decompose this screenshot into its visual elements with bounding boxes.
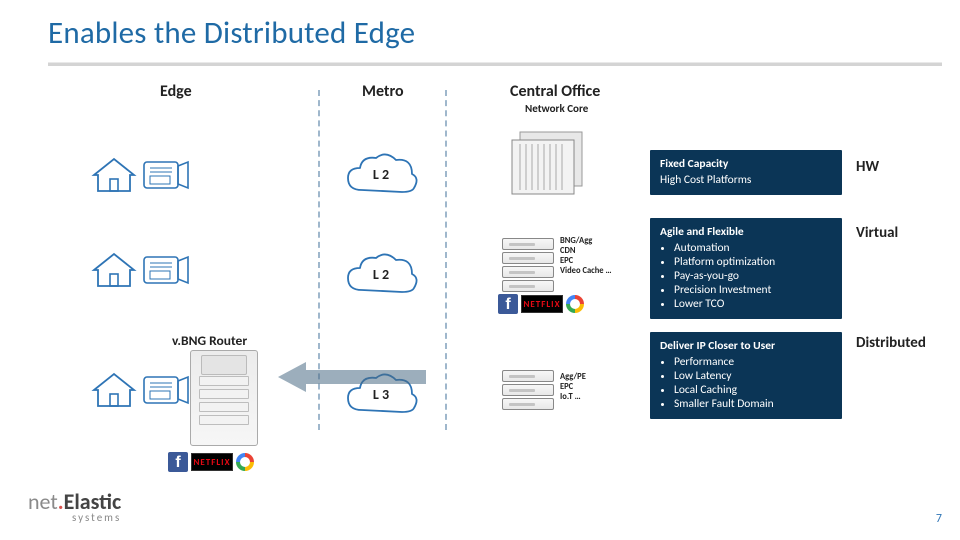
callout-bullet: Lower TCO <box>674 297 832 311</box>
house-icon <box>90 370 138 415</box>
col-subheader-core: Network Core <box>525 102 588 115</box>
col-header-metro: Metro <box>362 82 404 101</box>
vbng-router-label: v.BNG Router <box>172 332 247 349</box>
server-label: CDN <box>560 246 612 256</box>
cloud-label: L 2 <box>342 166 420 183</box>
edge-premise-r3 <box>90 370 190 415</box>
callout-bullet: Performance <box>674 355 832 369</box>
server-labels-r2: BNG/Agg CDN EPC Video Cache … <box>560 236 612 276</box>
netflix-icon: NETFLIX <box>521 295 563 313</box>
callout-head: Agile and Flexible <box>660 225 832 239</box>
tag-hw: HW <box>856 158 879 176</box>
google-icon <box>566 295 584 313</box>
server-label: BNG/Agg <box>560 236 612 246</box>
callout-bullet: Precision Investment <box>674 283 832 297</box>
callout-bullet: Low Latency <box>674 369 832 383</box>
tag-distributed: Distributed <box>856 334 926 352</box>
cloud-r1: L 2 <box>342 150 420 200</box>
google-icon <box>236 453 254 471</box>
ont-icon <box>142 156 190 199</box>
server-label: Agg/PE <box>560 372 586 382</box>
edge-premise-r2 <box>90 250 190 295</box>
page-number: 7 <box>936 512 942 526</box>
brand-part-a: net <box>28 488 58 515</box>
server-label: Video Cache … <box>560 266 612 276</box>
core-chassis-icon <box>506 130 596 200</box>
callout-virtual: Agile and Flexible Automation Platform o… <box>650 218 842 319</box>
app-icons-central: f NETFLIX <box>498 294 584 314</box>
divider-metro-central <box>445 90 447 430</box>
server-label: EPC <box>560 256 612 266</box>
brand-logo: net.Elastic systems <box>28 488 121 524</box>
callout-bullet: Smaller Fault Domain <box>674 397 832 411</box>
edge-premise-r1 <box>90 155 190 200</box>
callout-bullet: Local Caching <box>674 383 832 397</box>
facebook-icon: f <box>168 452 188 472</box>
callout-bullet: Pay-as-you-go <box>674 269 832 283</box>
app-icons-edge: f NETFLIX <box>168 452 254 472</box>
server-label: EPC <box>560 382 586 392</box>
vbng-cabinet-icon <box>190 350 258 446</box>
callout-bullet: Platform optimization <box>674 255 832 269</box>
slide-title: Enables the Distributed Edge <box>48 14 415 52</box>
callout-bullet: Automation <box>674 241 832 255</box>
callout-head: Fixed Capacity <box>660 157 832 171</box>
cloud-label: L 2 <box>342 266 420 283</box>
ont-icon <box>142 251 190 294</box>
callout-sub: High Cost Platforms <box>660 173 832 187</box>
callout-distributed: Deliver IP Closer to User Performance Lo… <box>650 332 842 419</box>
callout-head: Deliver IP Closer to User <box>660 339 832 353</box>
callout-hw: Fixed Capacity High Cost Platforms <box>650 150 842 195</box>
ont-icon <box>142 371 190 414</box>
netflix-icon: NETFLIX <box>191 453 233 471</box>
house-icon <box>90 155 138 200</box>
arrow-left-icon <box>276 360 426 394</box>
server-labels-r3: Agg/PE EPC Io.T … <box>560 372 586 402</box>
cloud-r2: L 2 <box>342 250 420 300</box>
title-rule <box>48 62 942 66</box>
col-header-edge: Edge <box>160 82 192 101</box>
server-stack-r3 <box>502 370 554 412</box>
slide: Enables the Distributed Edge Edge Metro … <box>0 0 960 540</box>
server-label: Io.T … <box>560 392 586 402</box>
house-icon <box>90 250 138 295</box>
col-header-central: Central Office <box>510 82 600 101</box>
tag-virtual: Virtual <box>856 224 898 242</box>
facebook-icon: f <box>498 294 518 314</box>
server-stack-r2 <box>502 238 554 294</box>
